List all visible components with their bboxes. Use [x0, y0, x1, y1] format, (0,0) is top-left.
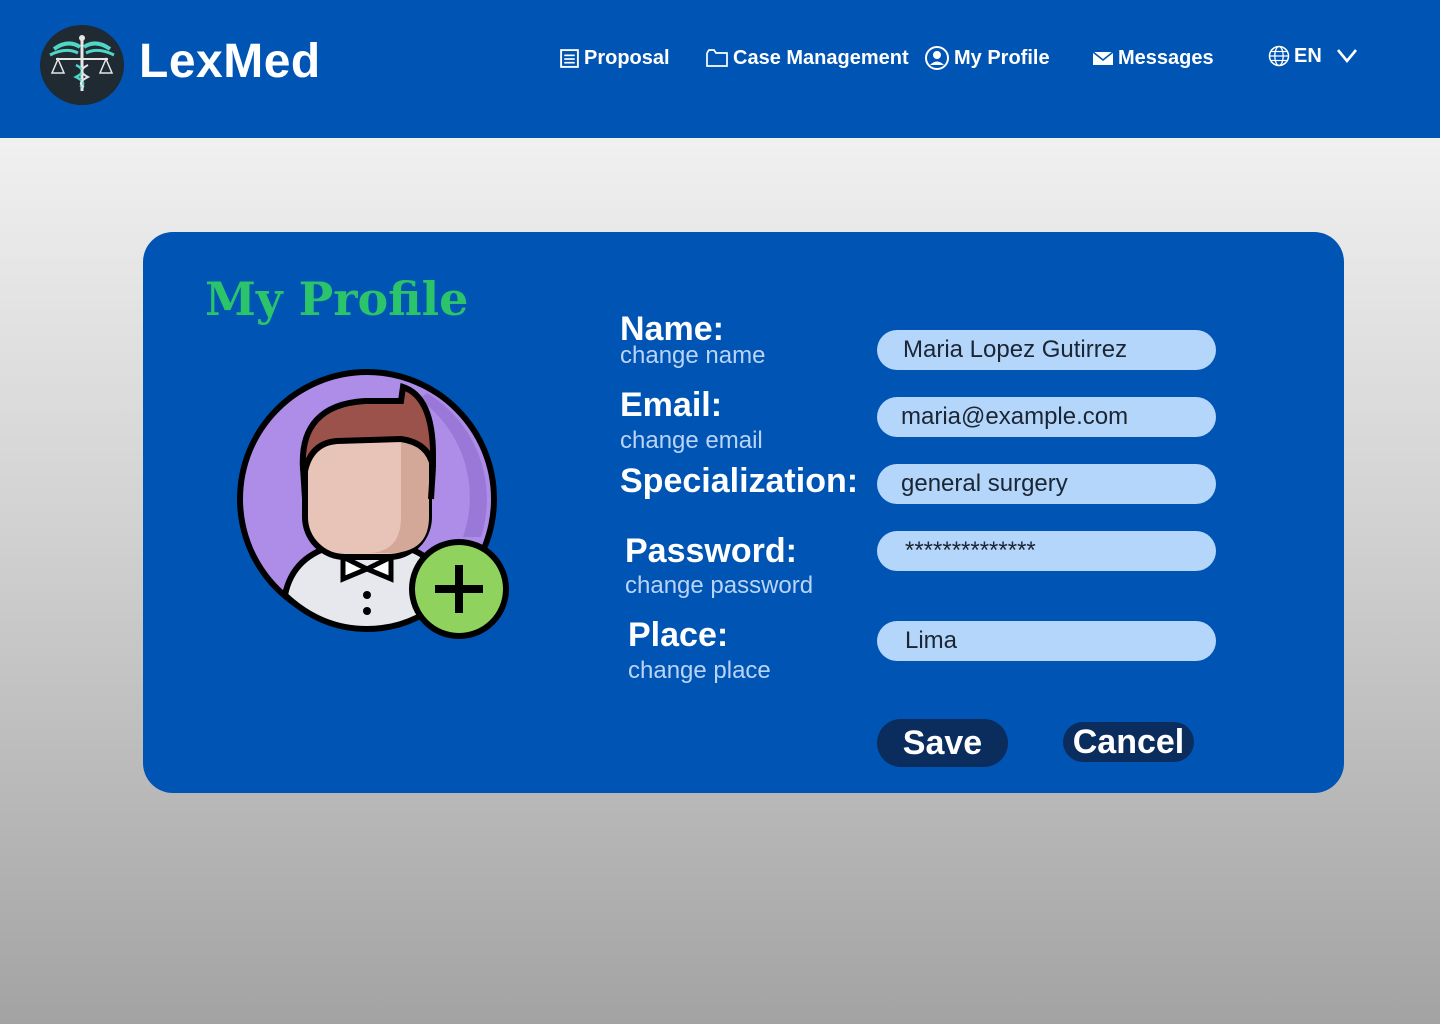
email-label: Email:	[620, 386, 723, 424]
password-input[interactable]	[877, 531, 1216, 571]
nav-my-profile[interactable]: My Profile	[924, 44, 1050, 72]
page-title: My Profile	[205, 272, 469, 326]
globe-icon	[1268, 45, 1290, 67]
language-selector[interactable]: EN	[1268, 42, 1358, 70]
user-circle-icon	[925, 46, 949, 70]
nav-messages[interactable]: Messages	[1092, 44, 1214, 72]
cancel-button[interactable]: Cancel	[1063, 722, 1194, 762]
change-place-link[interactable]: change place	[628, 657, 771, 685]
add-user-avatar-icon	[237, 369, 509, 639]
name-input[interactable]	[877, 330, 1216, 370]
top-navbar: LexMed Proposal Case Management My Profi…	[0, 0, 1440, 138]
email-input[interactable]	[877, 397, 1216, 437]
folder-icon	[706, 49, 728, 67]
place-label: Place:	[628, 616, 729, 654]
brand-name[interactable]: LexMed	[139, 34, 321, 89]
nav-proposal-label: Proposal	[584, 46, 670, 69]
password-label: Password:	[625, 532, 797, 570]
nav-my-profile-label: My Profile	[954, 46, 1050, 69]
nav-proposal[interactable]: Proposal	[559, 44, 670, 72]
change-name-link[interactable]: change name	[620, 342, 765, 370]
chevron-down-icon[interactable]	[1336, 48, 1358, 64]
nav-messages-label: Messages	[1118, 46, 1214, 69]
place-input[interactable]	[877, 621, 1216, 661]
language-label: EN	[1294, 44, 1322, 67]
document-icon	[560, 48, 579, 68]
nav-case-management-label: Case Management	[733, 46, 909, 69]
lexmed-logo[interactable]	[40, 25, 124, 105]
avatar-upload[interactable]	[233, 367, 513, 647]
save-button[interactable]: Save	[877, 719, 1008, 767]
change-email-link[interactable]: change email	[620, 427, 763, 455]
profile-card: My Profile Name: change name Maria Lopez…	[143, 232, 1344, 793]
caduceus-scales-icon	[42, 25, 122, 105]
nav-case-management[interactable]: Case Management	[705, 44, 909, 72]
envelope-icon	[1092, 51, 1114, 65]
change-password-link[interactable]: change password	[625, 572, 813, 600]
specialization-label: Specialization:	[620, 462, 859, 500]
specialization-input[interactable]	[877, 464, 1216, 504]
